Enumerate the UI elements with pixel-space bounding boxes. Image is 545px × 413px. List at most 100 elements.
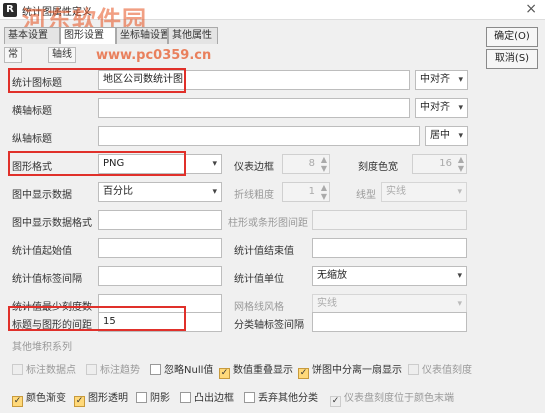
- chevron-down-icon: ▾: [458, 75, 463, 85]
- checkbox-gauge-scale[interactable]: 仪表值刻度: [408, 361, 472, 376]
- spinner-arrows-icon: ▲ ▼: [457, 155, 464, 173]
- line-type-value: 实线: [386, 186, 406, 197]
- checkbox-mark-points[interactable]: 标注数据点: [12, 361, 76, 376]
- unit-value: 无缩放: [317, 270, 347, 281]
- grid-style-select[interactable]: 实线 ▾: [312, 294, 467, 314]
- line-width-value: 1: [308, 186, 315, 197]
- spinner-arrows-icon: ▲ ▼: [320, 183, 327, 201]
- x-title-label: 横轴标题: [12, 106, 52, 117]
- tab-graph[interactable]: 图形设置: [60, 27, 116, 44]
- y-title-label: 纵轴标题: [12, 134, 52, 145]
- checkbox-icon: [136, 392, 147, 403]
- checkbox-mark-trend[interactable]: 标注趋势: [86, 361, 140, 376]
- end-value-input[interactable]: [312, 238, 467, 258]
- cancel-button[interactable]: 取消(S): [486, 49, 538, 69]
- x-title-align-select[interactable]: 中对齐 ▾: [415, 98, 468, 118]
- checkbox-transparent[interactable]: ✓ 图形透明: [74, 389, 128, 407]
- check-icon: ✓: [74, 396, 85, 407]
- highlight-box: [8, 68, 186, 93]
- unit-label: 统计值单位: [234, 274, 284, 285]
- end-value-label: 统计值结束值: [234, 246, 294, 257]
- checkbox-label: 标注趋势: [100, 365, 140, 376]
- show-data-label: 图中显示数据: [12, 190, 72, 201]
- show-format-label: 图中显示数据格式: [12, 218, 92, 229]
- category-gap-label: 分类轴标签间隔: [234, 320, 304, 331]
- check-icon: ✓: [12, 396, 23, 407]
- checkbox-label: 仪表值刻度: [422, 365, 472, 376]
- checkbox-label: 数值重叠显示: [233, 365, 293, 376]
- checkbox-drop-other[interactable]: 丢弃其他分类: [244, 389, 318, 404]
- border-spinner[interactable]: 8 ▲ ▼: [282, 154, 330, 174]
- scale-width-value: 16: [439, 158, 452, 169]
- tab-axis[interactable]: 坐标轴设置: [116, 27, 168, 44]
- checkbox-label: 图形透明: [88, 393, 128, 404]
- checkbox-label: 仪表盘刻度位于颜色末端: [344, 393, 454, 404]
- chevron-down-icon: ▾: [457, 187, 462, 197]
- start-value-input[interactable]: [98, 238, 222, 258]
- ok-button[interactable]: 确定(O): [486, 27, 538, 47]
- bar-gap-input[interactable]: [312, 210, 467, 230]
- line-type-label: 线型: [356, 190, 376, 201]
- scale-width-spinner[interactable]: 16 ▲ ▼: [412, 154, 467, 174]
- checkbox-icon: [244, 392, 255, 403]
- unit-select[interactable]: 无缩放 ▾: [312, 266, 467, 286]
- line-width-label: 折线粗度: [234, 190, 274, 201]
- chevron-down-icon: ▾: [458, 131, 463, 141]
- border-label: 仪表边框: [234, 162, 274, 173]
- tab-basic[interactable]: 基本设置: [4, 27, 60, 44]
- check-icon: ✓: [219, 368, 230, 379]
- label-gap-label: 统计值标签间隔: [12, 274, 82, 285]
- show-data-select[interactable]: 百分比 ▾: [98, 182, 222, 202]
- checkbox-label: 饼图中分离一扇显示: [312, 365, 402, 376]
- line-type-select[interactable]: 实线 ▾: [381, 182, 467, 202]
- checkbox-ignore-null[interactable]: 忽略Null值: [150, 361, 213, 376]
- subtab-common[interactable]: 常: [4, 47, 22, 63]
- checkbox-icon: [150, 364, 161, 375]
- spinner-arrows-icon: ▲ ▼: [320, 155, 327, 173]
- tab-other[interactable]: 其他属性: [168, 27, 218, 44]
- checkbox-pie-split[interactable]: ✓ 饼图中分离一扇显示: [298, 361, 402, 379]
- highlight-box: [8, 151, 186, 176]
- checkbox-gradient[interactable]: ✓ 颜色渐变: [12, 389, 66, 407]
- label-gap-input[interactable]: [98, 266, 222, 286]
- y-title-align-value: 居中: [430, 130, 450, 141]
- close-icon[interactable]: ×: [525, 1, 537, 17]
- grid-style-value: 实线: [317, 298, 337, 309]
- line-width-spinner[interactable]: 1 ▲ ▼: [282, 182, 330, 202]
- show-format-input[interactable]: [98, 210, 222, 230]
- category-gap-input[interactable]: [312, 312, 467, 332]
- x-title-align-value: 中对齐: [420, 102, 450, 113]
- checkbox-label: 颜色渐变: [26, 393, 66, 404]
- checkbox-icon: [180, 392, 191, 403]
- checkbox-label: 丢弃其他分类: [258, 393, 318, 404]
- checkbox-icon: [408, 364, 419, 375]
- chevron-down-icon: ▾: [212, 159, 217, 169]
- check-icon: ✓: [330, 396, 341, 407]
- checkbox-label: 凸出边框: [194, 393, 234, 404]
- checkbox-icon: [12, 364, 23, 375]
- chart-title-align-select[interactable]: 中对齐 ▾: [415, 70, 468, 90]
- grid-style-label: 网格线风格: [234, 302, 284, 313]
- y-title-input[interactable]: [98, 126, 420, 146]
- checkbox-gauge-color-end[interactable]: ✓ 仪表盘刻度位于颜色末端: [330, 389, 454, 407]
- subtab-axisline[interactable]: 轴线: [48, 47, 76, 63]
- checkbox-label: 忽略Null值: [164, 365, 214, 376]
- checkbox-shadow[interactable]: 阴影: [136, 389, 170, 404]
- chart-title-align-value: 中对齐: [420, 74, 450, 85]
- checkbox-overlap[interactable]: ✓ 数值重叠显示: [219, 361, 293, 379]
- other-stack-label: 其他堆积系列: [12, 342, 72, 353]
- watermark-url: www.pc0359.cn: [96, 48, 212, 63]
- border-value: 8: [308, 158, 315, 169]
- checkbox-icon: [86, 364, 97, 375]
- chevron-down-icon: ▾: [212, 187, 217, 197]
- check-icon: ✓: [298, 368, 309, 379]
- start-value-label: 统计值起始值: [12, 246, 72, 257]
- checkbox-label: 标注数据点: [26, 365, 76, 376]
- highlight-box: [8, 306, 186, 331]
- scale-width-label: 刻度色宽: [358, 162, 398, 173]
- show-data-value: 百分比: [103, 186, 133, 197]
- checkbox-raised-border[interactable]: 凸出边框: [180, 389, 234, 404]
- x-title-input[interactable]: [98, 98, 410, 118]
- y-title-align-select[interactable]: 居中 ▾: [425, 126, 468, 146]
- chevron-down-icon: ▾: [457, 271, 462, 281]
